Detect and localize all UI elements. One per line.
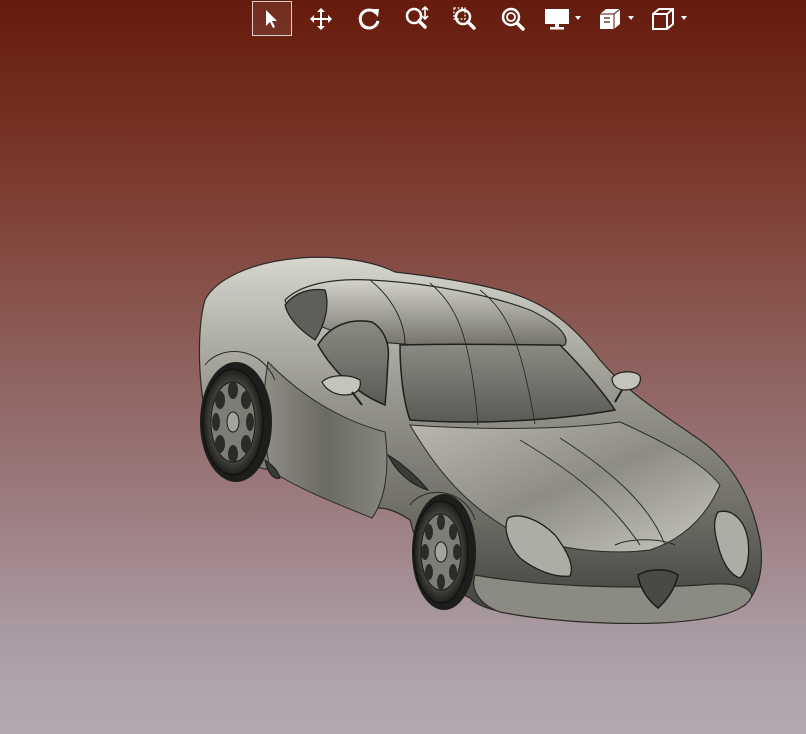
standard-views-dropdown[interactable] bbox=[648, 1, 687, 36]
zoom-window-tool-button[interactable] bbox=[446, 1, 484, 36]
zoom-tool-button[interactable] bbox=[398, 1, 436, 36]
monitor-icon bbox=[545, 8, 569, 29]
rear-wheel bbox=[200, 362, 272, 482]
mirror-right bbox=[611, 371, 641, 391]
cube-view-icon bbox=[652, 7, 674, 30]
zoom-icon bbox=[405, 5, 429, 29]
zoom-fit-tool-button[interactable] bbox=[494, 1, 532, 36]
car-model[interactable] bbox=[0, 0, 806, 734]
standard-views-button[interactable] bbox=[648, 1, 678, 36]
pan-tool-button[interactable] bbox=[302, 1, 340, 36]
rotate-icon bbox=[358, 7, 380, 29]
select-tool-button[interactable] bbox=[252, 1, 292, 36]
chevron-down-icon bbox=[681, 15, 687, 20]
zoom-window-icon bbox=[453, 6, 476, 30]
front-wheel bbox=[412, 494, 476, 610]
section-view-dropdown[interactable] bbox=[595, 1, 634, 36]
chevron-down-icon bbox=[575, 15, 581, 20]
section-box-icon bbox=[600, 8, 621, 29]
display-mode-button[interactable] bbox=[542, 1, 572, 36]
zoom-fit-icon bbox=[501, 7, 525, 31]
cursor-arrow-icon bbox=[266, 9, 277, 28]
chevron-down-icon bbox=[628, 15, 634, 20]
section-view-button[interactable] bbox=[595, 1, 625, 36]
view-toolbar bbox=[252, 0, 701, 37]
rotate-tool-button[interactable] bbox=[350, 1, 388, 36]
3d-viewport[interactable] bbox=[0, 0, 806, 734]
pan-move-icon bbox=[310, 7, 332, 30]
display-mode-dropdown[interactable] bbox=[542, 1, 581, 36]
